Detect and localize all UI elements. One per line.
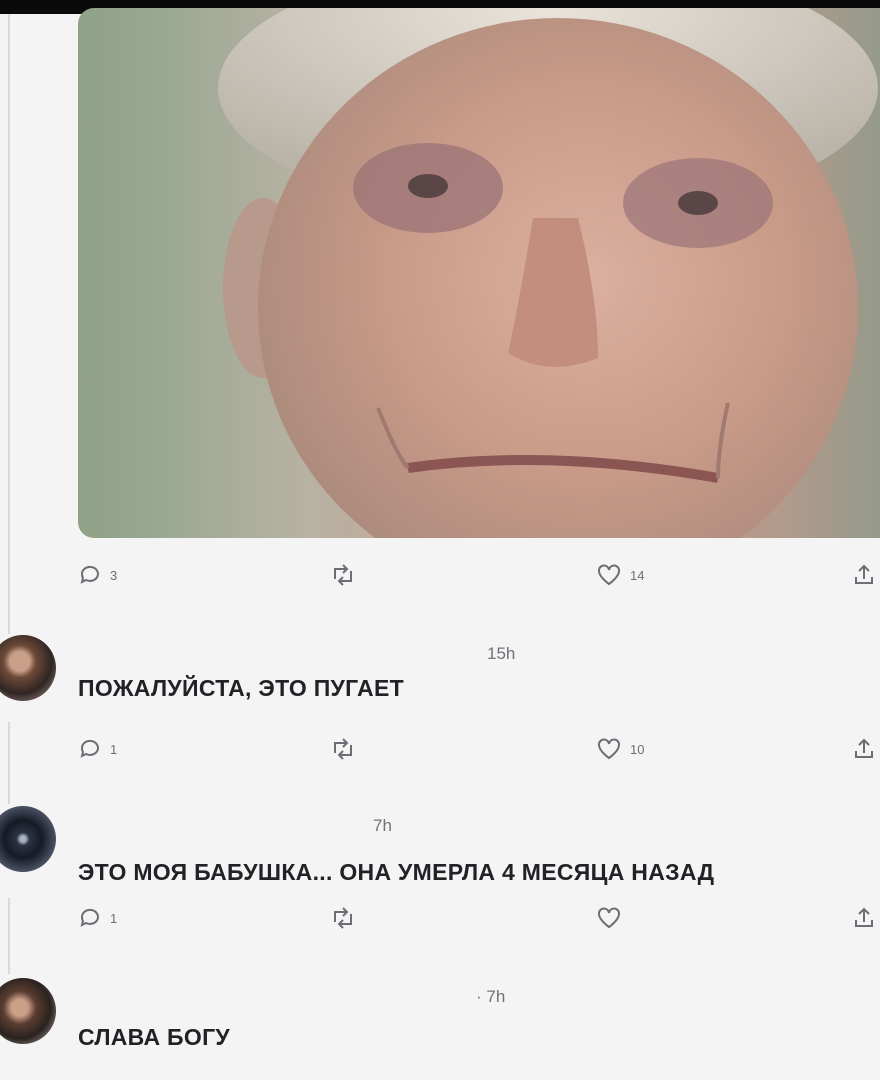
thread-line bbox=[8, 722, 10, 804]
speech-bubble-icon bbox=[80, 565, 99, 584]
post-actions: 3 14 bbox=[78, 563, 880, 593]
right-eye bbox=[678, 191, 718, 215]
thread-line bbox=[8, 898, 10, 974]
speech-bubble-icon bbox=[80, 908, 99, 927]
share-button[interactable] bbox=[852, 563, 876, 587]
reply-count: 3 bbox=[110, 567, 118, 583]
share-icon bbox=[855, 738, 873, 758]
retweet-icon bbox=[334, 907, 352, 929]
reply-count: 1 bbox=[110, 910, 118, 926]
comment-text: ПОЖАЛУЙСТА, ЭТО ПУГАЕТ bbox=[78, 675, 404, 701]
comment-timestamp: 7h bbox=[373, 816, 392, 835]
like-count: 14 bbox=[630, 567, 645, 583]
heart-icon bbox=[598, 564, 620, 586]
thread-line bbox=[8, 14, 10, 634]
retweet-icon bbox=[334, 564, 352, 586]
avatar[interactable] bbox=[0, 978, 56, 1044]
retweet-button[interactable] bbox=[330, 563, 356, 587]
comment-text: СЛАВА БОГУ bbox=[78, 1024, 231, 1050]
like-count: 10 bbox=[630, 741, 645, 757]
share-button[interactable] bbox=[852, 737, 876, 761]
avatar[interactable] bbox=[0, 635, 56, 701]
speech-bubble-icon bbox=[80, 739, 99, 758]
retweet-button[interactable] bbox=[330, 906, 356, 930]
comment-actions: 1 bbox=[78, 906, 880, 936]
avatar[interactable] bbox=[0, 806, 56, 872]
comment-timestamp: 15h bbox=[487, 644, 516, 663]
retweet-button[interactable] bbox=[330, 737, 356, 761]
comment-timestamp: · 7h bbox=[476, 987, 506, 1006]
share-button[interactable] bbox=[852, 906, 876, 930]
reply-button[interactable]: 1 bbox=[78, 906, 117, 930]
reply-count: 1 bbox=[110, 741, 118, 757]
reply-button[interactable]: 1 bbox=[78, 737, 117, 761]
like-button[interactable] bbox=[596, 906, 622, 930]
comment-text: ЭТО МОЯ БАБУШКА... ОНА УМЕРЛА 4 МЕСЯЦА Н… bbox=[78, 859, 715, 885]
share-icon bbox=[855, 907, 873, 927]
comment-actions: 1 10 bbox=[78, 737, 880, 767]
heart-icon bbox=[598, 738, 620, 760]
heart-icon bbox=[598, 907, 620, 929]
left-eye bbox=[408, 174, 448, 198]
share-icon bbox=[855, 564, 873, 584]
like-button[interactable]: 10 bbox=[596, 737, 644, 761]
post-image[interactable] bbox=[78, 8, 880, 538]
elderly-face-illustration bbox=[218, 8, 878, 538]
retweet-icon bbox=[334, 738, 352, 760]
like-button[interactable]: 14 bbox=[596, 563, 644, 587]
reply-button[interactable]: 3 bbox=[78, 563, 117, 587]
